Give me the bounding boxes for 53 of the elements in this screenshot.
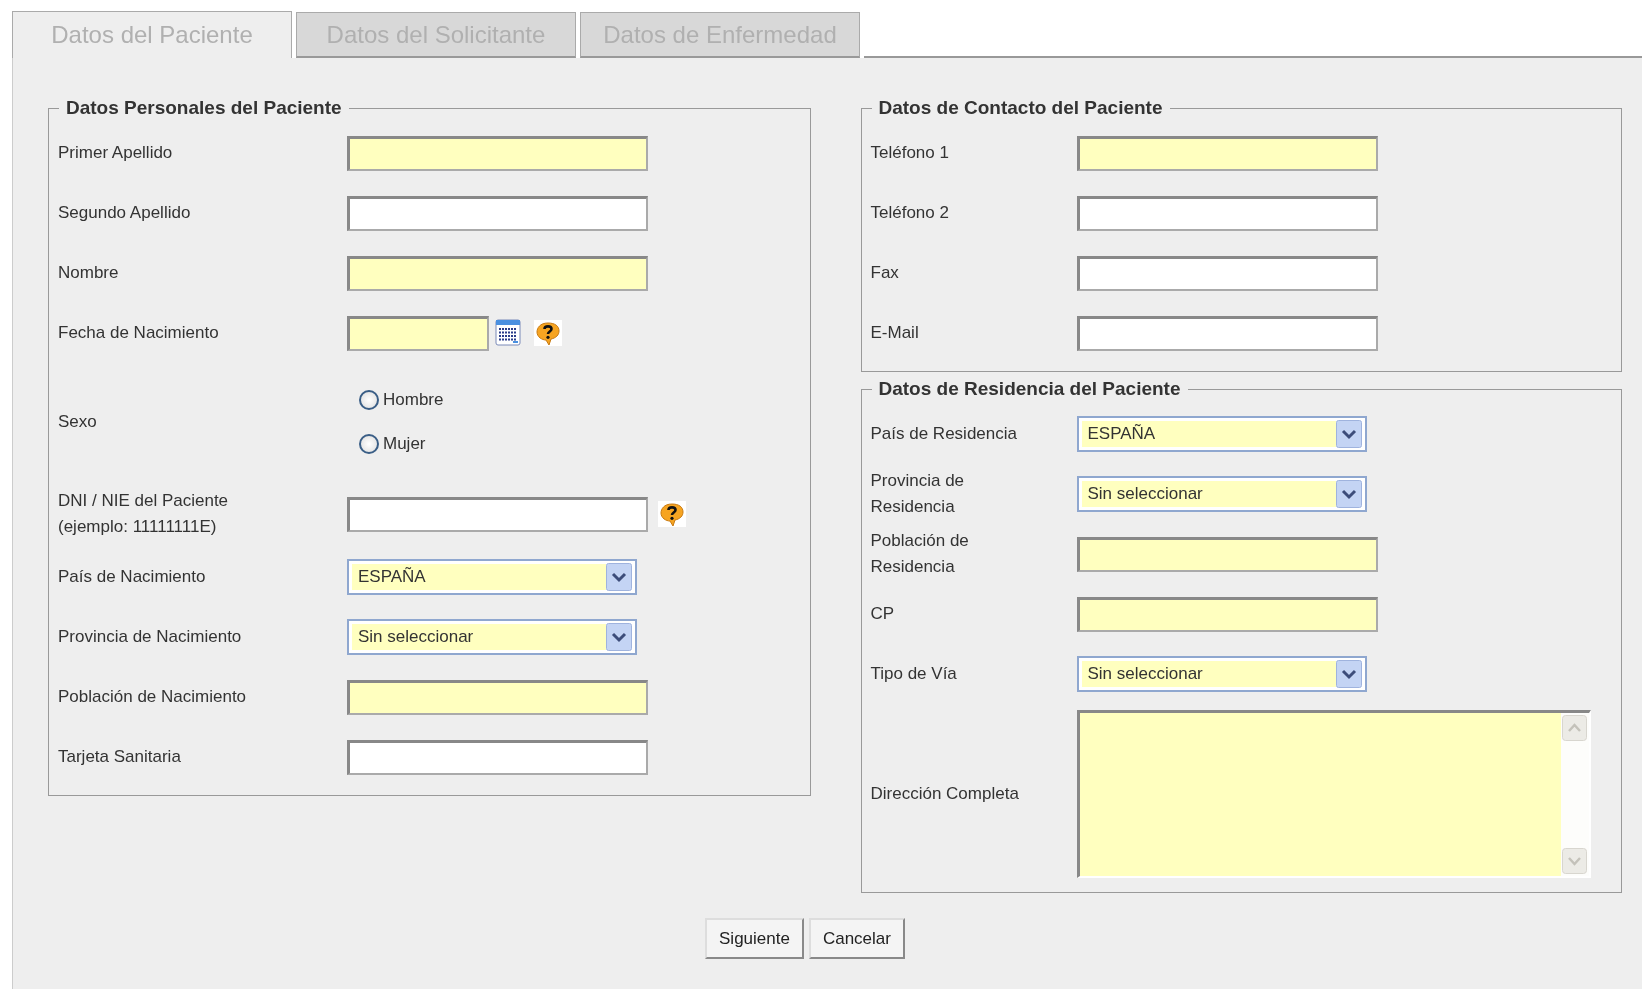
input-field[interactable]	[1076, 255, 1378, 291]
field-label: Población de Nacimiento	[58, 686, 247, 708]
field-label: Nombre	[58, 262, 119, 284]
field-label: Provincia de Residencia	[870, 470, 966, 518]
dropdown-field[interactable]: ESPAÑA	[1081, 421, 1336, 447]
input-field[interactable]	[1076, 536, 1378, 572]
input-field[interactable]	[347, 195, 648, 231]
radio-label[interactable]: Mujer	[383, 434, 426, 454]
dropdown-button[interactable]	[606, 563, 632, 591]
help-icon[interactable]	[534, 320, 562, 346]
input-field[interactable]	[1076, 596, 1378, 632]
input-field[interactable]	[1076, 135, 1378, 171]
field-label: Tarjeta Sanitaria	[58, 746, 181, 768]
input-field[interactable]	[347, 739, 648, 775]
field-label: Segundo Apellido	[58, 202, 191, 224]
field-label: Teléfono 2	[870, 202, 949, 224]
help-icon[interactable]	[658, 501, 686, 527]
field-label: Primer Apellido	[58, 142, 173, 164]
input-field[interactable]	[1076, 315, 1378, 351]
radio-label[interactable]: Hombre	[383, 390, 444, 410]
input-field[interactable]	[347, 135, 648, 171]
field-label: Tipo de Vía	[870, 663, 957, 685]
dropdown-button[interactable]	[606, 623, 632, 651]
field-label: DNI / NIE del Paciente (ejemplo: 11111111E)	[58, 490, 229, 538]
form-button[interactable]: Cancelar	[808, 918, 905, 959]
field-label: Dirección Completa	[870, 783, 1019, 805]
dropdown-button[interactable]	[1335, 420, 1362, 448]
input-field[interactable]	[347, 679, 648, 715]
dropdown-field[interactable]: ESPAÑA	[352, 564, 606, 590]
dropdown-field[interactable]: Sin seleccionar	[1081, 481, 1336, 507]
dropdown-button[interactable]	[1335, 480, 1362, 508]
dropdown-field[interactable]: Sin seleccionar	[352, 624, 606, 650]
dropdown-button[interactable]	[1335, 660, 1362, 688]
field-label: Sexo	[58, 411, 97, 433]
dropdown-field[interactable]: Sin seleccionar	[1081, 661, 1336, 687]
field-label: País de Residencia	[870, 423, 1017, 445]
radio-button[interactable]	[359, 434, 379, 454]
field-label: País de Nacimiento	[58, 566, 206, 588]
calendar-icon[interactable]	[494, 318, 524, 348]
field-label: Población de Residencia	[870, 530, 970, 578]
field-label: Fax	[870, 262, 899, 284]
field-label: CP	[870, 603, 895, 625]
radio-button[interactable]	[359, 390, 379, 410]
input-field[interactable]	[1076, 195, 1378, 231]
input-field[interactable]	[347, 496, 648, 532]
date-field[interactable]	[347, 315, 489, 351]
field-label: Provincia de Nacimiento	[58, 626, 242, 648]
text-area[interactable]	[1076, 710, 1591, 878]
field-label: Teléfono 1	[870, 142, 949, 164]
field-label: E-Mail	[870, 322, 919, 344]
field-label: Fecha de Nacimiento	[58, 322, 219, 344]
input-field[interactable]	[347, 255, 648, 291]
form-button[interactable]: Siguiente	[705, 918, 804, 959]
